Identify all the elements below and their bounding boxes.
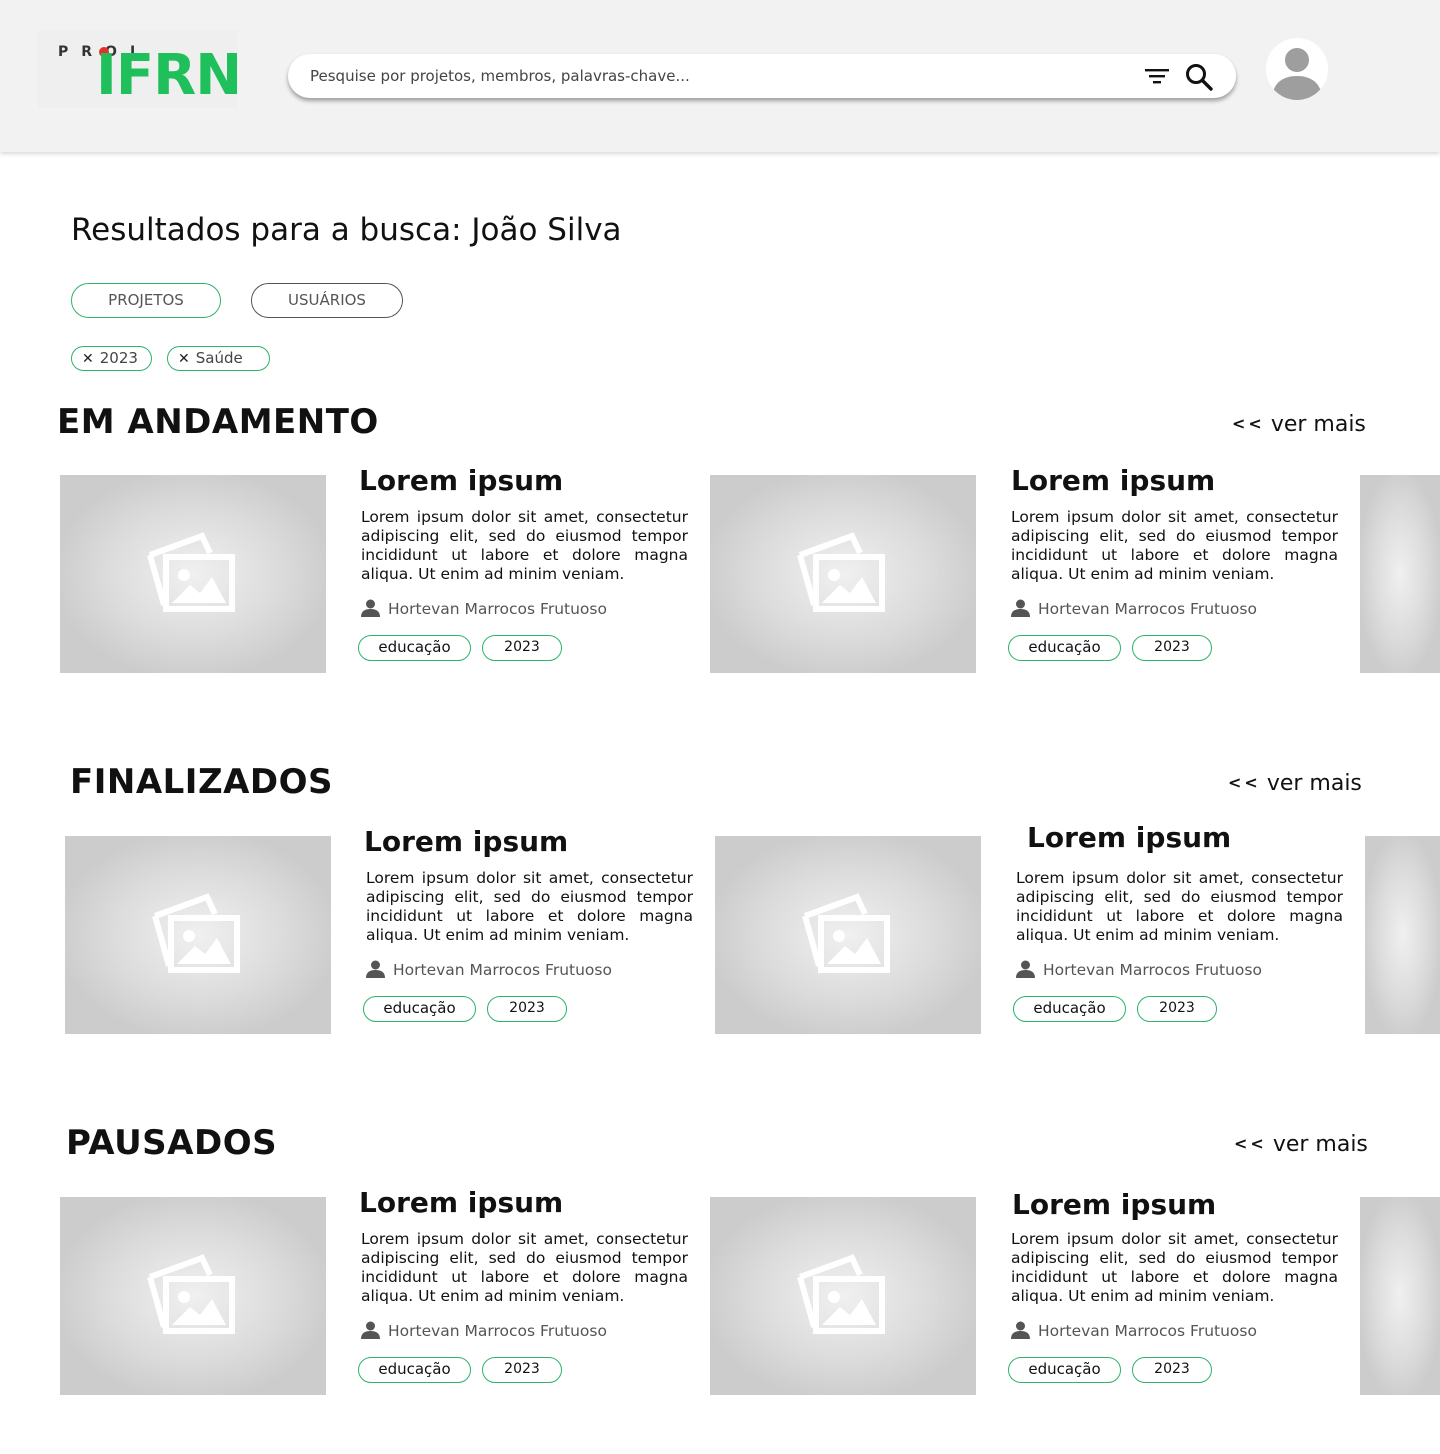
user-icon [1011, 599, 1030, 617]
tag-educacao[interactable]: educação [1008, 1357, 1121, 1383]
image-placeholder-icon [802, 893, 890, 973]
image-placeholder-icon [797, 1254, 885, 1334]
filter-chip-label: 2023 [99, 349, 138, 367]
card-title[interactable]: Lorem ipsum [1012, 1188, 1216, 1221]
tag-educacao[interactable]: educação [1008, 635, 1121, 661]
section-title-finalizados: FINALIZADOS [70, 762, 334, 802]
tag-year[interactable]: 2023 [1132, 635, 1212, 661]
top-header: PROJ IFRN [0, 0, 1440, 152]
card-image[interactable] [710, 475, 976, 673]
user-icon [1016, 960, 1035, 978]
tag-educacao[interactable]: educação [1013, 996, 1126, 1022]
image-placeholder-icon [797, 532, 885, 612]
card-author-name: Hortevan Marrocos Frutuoso [1038, 600, 1257, 618]
ver-mais-label: ver mais [1272, 1132, 1368, 1157]
tab-projetos[interactable]: PROJETOS [71, 283, 221, 318]
card-author: Hortevan Marrocos Frutuoso [361, 599, 607, 618]
card-image[interactable] [60, 1197, 326, 1395]
user-icon [1011, 1321, 1030, 1339]
user-icon [361, 1321, 380, 1339]
card-image-partial[interactable] [1365, 836, 1440, 1034]
tag-year[interactable]: 2023 [482, 1357, 562, 1383]
card-author-name: Hortevan Marrocos Frutuoso [1043, 961, 1262, 979]
ver-mais-link[interactable]: << ver mais [1232, 412, 1366, 437]
filter-chip-label: Saúde [195, 349, 243, 367]
tag-year[interactable]: 2023 [1137, 996, 1217, 1022]
card-author: Hortevan Marrocos Frutuoso [1011, 599, 1257, 618]
section-title-em-andamento: EM ANDAMENTO [57, 402, 379, 442]
search-bar [288, 54, 1236, 98]
search-input[interactable] [310, 54, 1130, 98]
user-icon [361, 599, 380, 617]
ver-mais-link[interactable]: << ver mais [1228, 771, 1362, 796]
image-placeholder-icon [147, 1254, 235, 1334]
tag-year[interactable]: 2023 [482, 635, 562, 661]
card-image[interactable] [715, 836, 981, 1034]
ver-mais-label: ver mais [1266, 771, 1362, 796]
avatar[interactable] [1266, 38, 1328, 100]
card-title[interactable]: Lorem ipsum [1027, 821, 1231, 854]
card-author-name: Hortevan Marrocos Frutuoso [393, 961, 612, 979]
tag-educacao[interactable]: educação [363, 996, 476, 1022]
card-author: Hortevan Marrocos Frutuoso [361, 1321, 607, 1340]
card-title[interactable]: Lorem ipsum [359, 1186, 563, 1219]
chevrons-left-icon: << [1232, 414, 1265, 433]
logo[interactable]: PROJ IFRN [38, 30, 242, 108]
search-icon[interactable] [1184, 62, 1214, 92]
card-author: Hortevan Marrocos Frutuoso [1016, 960, 1262, 979]
tag-year[interactable]: 2023 [487, 996, 567, 1022]
ver-mais-label: ver mais [1270, 412, 1366, 437]
image-placeholder-icon [147, 532, 235, 612]
close-icon[interactable]: ✕ [178, 351, 190, 367]
tag-educacao[interactable]: educação [358, 1357, 471, 1383]
card-title[interactable]: Lorem ipsum [1011, 464, 1215, 497]
page-title: Resultados para a busca: João Silva [71, 212, 622, 248]
card-description: Lorem ipsum dolor sit amet, consectetur … [1011, 508, 1338, 583]
ver-mais-link[interactable]: << ver mais [1234, 1132, 1368, 1157]
close-icon[interactable]: ✕ [82, 351, 94, 367]
card-description: Lorem ipsum dolor sit amet, consectetur … [366, 869, 693, 944]
tag-educacao[interactable]: educação [358, 635, 471, 661]
filter-chip-2023[interactable]: ✕ 2023 [71, 346, 152, 371]
card-author: Hortevan Marrocos Frutuoso [1011, 1321, 1257, 1340]
filter-chip-saude[interactable]: ✕ Saúde [167, 346, 270, 371]
section-title-pausados: PAUSADOS [66, 1123, 278, 1163]
user-icon [366, 960, 385, 978]
card-description: Lorem ipsum dolor sit amet, consectetur … [1011, 1230, 1338, 1305]
card-author-name: Hortevan Marrocos Frutuoso [1038, 1322, 1257, 1340]
logo-main-text: IFRN [96, 43, 242, 108]
chevrons-left-icon: << [1234, 1134, 1267, 1153]
card-description: Lorem ipsum dolor sit amet, consectetur … [1016, 869, 1343, 944]
tag-year[interactable]: 2023 [1132, 1357, 1212, 1383]
filter-icon[interactable] [1144, 66, 1170, 86]
card-image-partial[interactable] [1360, 1197, 1440, 1395]
card-title[interactable]: Lorem ipsum [364, 825, 568, 858]
card-image[interactable] [65, 836, 331, 1034]
card-description: Lorem ipsum dolor sit amet, consectetur … [361, 508, 688, 583]
card-title[interactable]: Lorem ipsum [359, 464, 563, 497]
avatar-icon [1266, 38, 1328, 100]
card-author-name: Hortevan Marrocos Frutuoso [388, 600, 607, 618]
card-image[interactable] [60, 475, 326, 673]
card-author-name: Hortevan Marrocos Frutuoso [388, 1322, 607, 1340]
chevrons-left-icon: << [1228, 773, 1261, 792]
card-image[interactable] [710, 1197, 976, 1395]
card-image-partial[interactable] [1360, 475, 1440, 673]
image-placeholder-icon [152, 893, 240, 973]
card-description: Lorem ipsum dolor sit amet, consectetur … [361, 1230, 688, 1305]
tab-usuarios[interactable]: USUÁRIOS [251, 283, 403, 318]
card-author: Hortevan Marrocos Frutuoso [366, 960, 612, 979]
